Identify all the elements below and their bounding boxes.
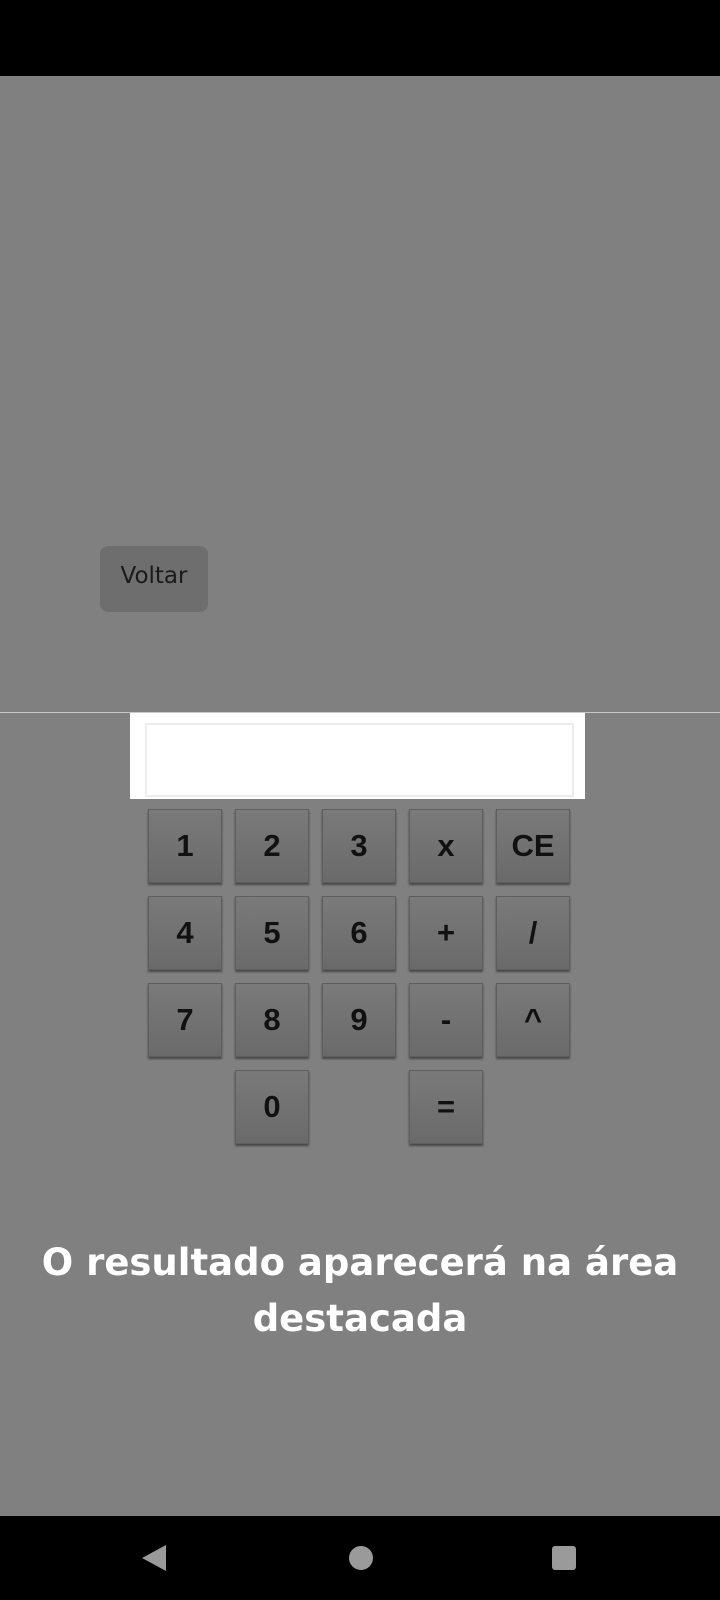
key-divide[interactable]: / [496,896,570,970]
back-button-label: Voltar [120,563,188,589]
key-label: = [436,1089,456,1124]
result-hint-message: O resultado aparecerá na área destacada [20,1235,700,1347]
nav-home-button[interactable] [335,1534,387,1582]
key-1[interactable]: 1 [148,809,222,883]
navigation-bar [0,1516,720,1600]
key-label: 9 [350,1002,368,1037]
back-triangle-icon [142,1545,166,1571]
key-4[interactable]: 4 [148,896,222,970]
key-5[interactable]: 5 [235,896,309,970]
key-multiply[interactable]: x [409,809,483,883]
key-9[interactable]: 9 [322,983,396,1057]
recents-square-icon [552,1546,576,1570]
key-label: - [440,1002,452,1037]
key-label: / [528,915,538,950]
key-label: CE [511,828,555,863]
key-label: x [437,828,455,863]
result-display [145,723,574,797]
key-label: 2 [263,828,281,863]
key-label: + [436,915,456,950]
status-bar [0,0,720,76]
key-label: 3 [350,828,368,863]
upper-panel [0,76,720,712]
key-subtract[interactable]: - [409,983,483,1057]
key-clear-entry[interactable]: CE [496,809,570,883]
key-label: 6 [350,915,368,950]
key-add[interactable]: + [409,896,483,970]
key-label: 0 [263,1089,281,1124]
key-label: 7 [176,1002,194,1037]
back-button[interactable]: Voltar [100,546,208,612]
key-label: 4 [176,915,194,950]
key-8[interactable]: 8 [235,983,309,1057]
key-label: 1 [176,828,194,863]
key-label: 5 [263,915,281,950]
key-3[interactable]: 3 [322,809,396,883]
key-0[interactable]: 0 [235,1070,309,1144]
result-hint-line-1: O resultado aparecerá na área [41,1241,679,1284]
home-circle-icon [349,1546,373,1570]
key-equals[interactable]: = [409,1070,483,1144]
nav-back-button[interactable] [128,1534,180,1582]
nav-recents-button[interactable] [538,1534,590,1582]
result-hint-line-2: destacada [252,1297,468,1340]
key-label: 8 [263,1002,281,1037]
key-7[interactable]: 7 [148,983,222,1057]
key-label: ^ [523,1002,543,1037]
key-2[interactable]: 2 [235,809,309,883]
key-6[interactable]: 6 [322,896,396,970]
key-power[interactable]: ^ [496,983,570,1057]
